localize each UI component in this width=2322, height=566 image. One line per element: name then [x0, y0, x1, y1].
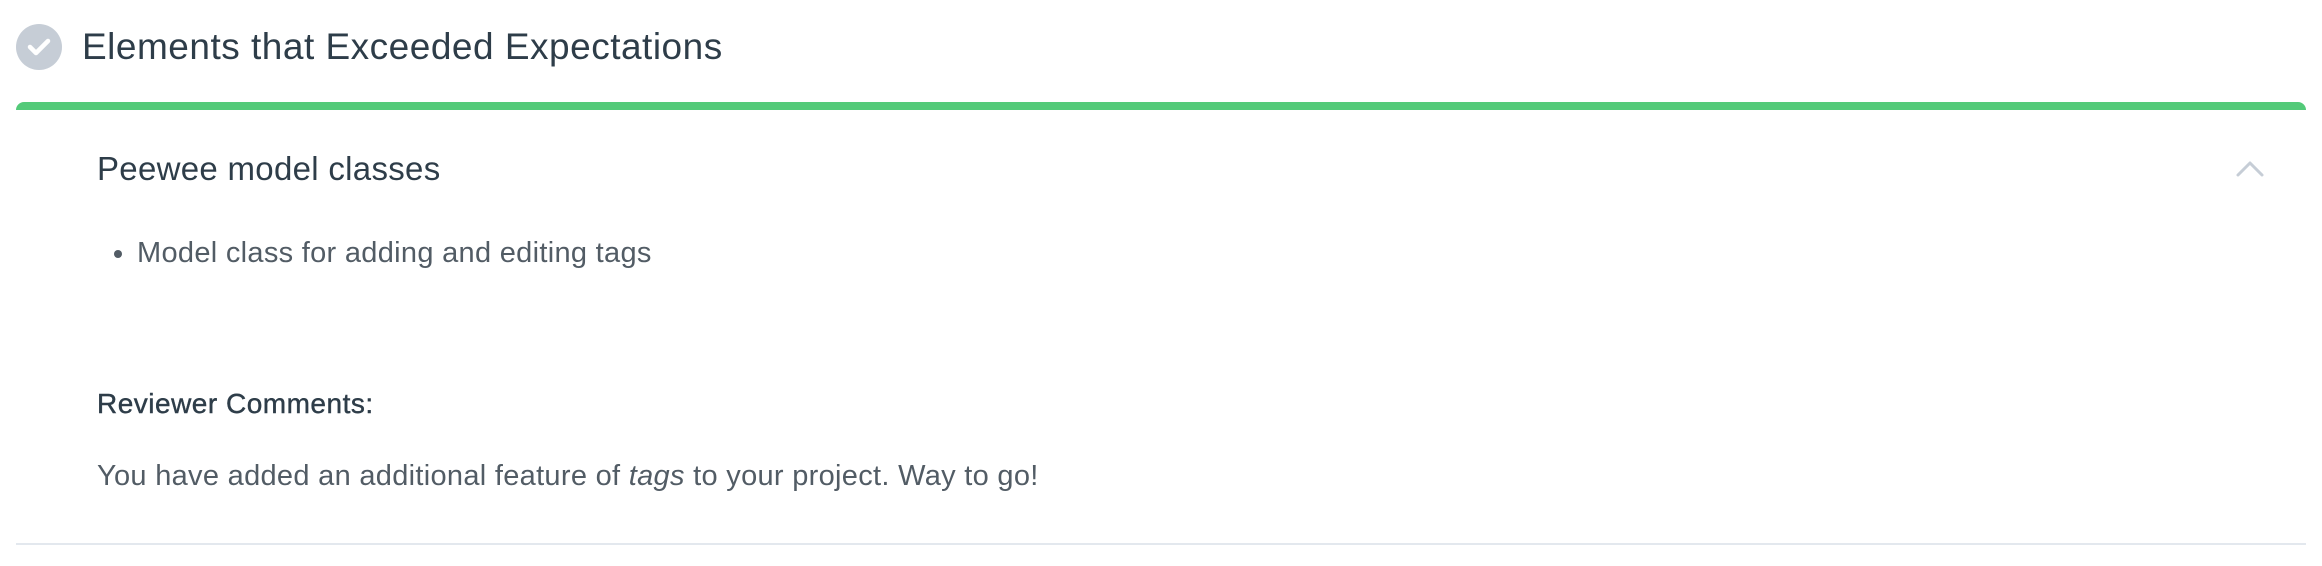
review-page: Elements that Exceeded Expectations Peew…	[0, 0, 2322, 566]
reviewer-comments-label: Reviewer Comments:	[97, 388, 374, 419]
comment-text-before: You have added an additional feature of	[97, 460, 629, 492]
criterion-card: Peewee model classes Model class for add…	[16, 102, 2306, 545]
comment-text-after: to your project. Way to go!	[684, 460, 1039, 492]
list-item: Model class for adding and editing tags	[137, 232, 652, 274]
check-circle-icon	[16, 24, 62, 70]
section-title: Elements that Exceeded Expectations	[82, 26, 723, 67]
criterion-title: Peewee model classes	[97, 150, 441, 187]
criterion-bullet-list: Model class for adding and editing tags	[97, 232, 652, 274]
reviewer-comments-text: You have added an additional feature of …	[97, 460, 1039, 493]
chevron-up-icon[interactable]	[2232, 156, 2268, 180]
comment-text-emphasis: tags	[628, 460, 685, 492]
section-header: Elements that Exceeded Expectations	[16, 22, 723, 72]
